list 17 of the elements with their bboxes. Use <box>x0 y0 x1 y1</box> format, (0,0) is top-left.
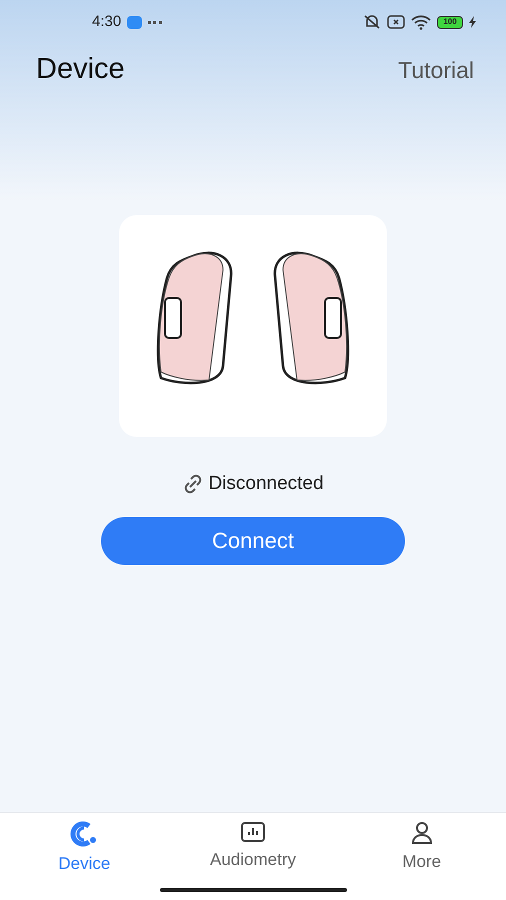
connect-button[interactable]: Connect <box>101 516 405 564</box>
more-icon <box>148 20 162 24</box>
tutorial-link[interactable]: Tutorial <box>398 52 474 88</box>
connection-status: Disconnected <box>208 472 324 496</box>
page-title: Device <box>36 52 125 88</box>
tab[interactable]: Audiometry <box>168 813 338 883</box>
status-time: 4:30 <box>92 12 122 32</box>
chart-icon <box>240 821 266 843</box>
tab[interactable]: More <box>337 813 506 883</box>
mute-icon <box>363 14 381 30</box>
tab[interactable]: Device <box>0 813 169 883</box>
battery-icon: 100 <box>437 16 463 28</box>
chat-icon <box>127 16 142 28</box>
user-icon <box>410 821 434 845</box>
charging-icon <box>469 16 476 28</box>
wifi-icon <box>411 14 431 30</box>
sim-icon <box>387 15 405 29</box>
